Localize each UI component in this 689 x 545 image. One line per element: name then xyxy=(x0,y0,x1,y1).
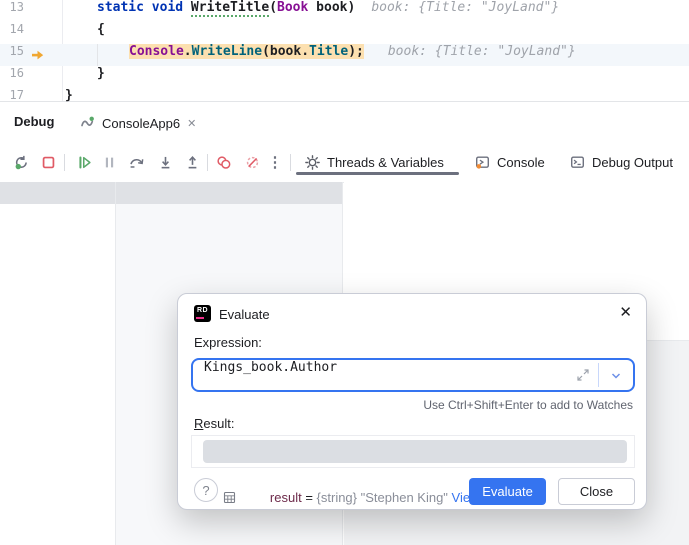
expand-editor-icon[interactable] xyxy=(575,367,591,383)
async-frame-icon xyxy=(130,230,166,248)
mute-breakpoints-button[interactable] xyxy=(240,150,264,174)
toolbar-separator xyxy=(207,154,208,171)
toolbar-separator xyxy=(64,154,65,171)
frame-row[interactable]: new Test() in ConsoleApp6, C xyxy=(116,204,342,226)
external-frames-row[interactable]: [External code: 3 frames] xyxy=(116,248,342,270)
parameter-icon xyxy=(374,208,410,226)
close-icon[interactable]: ✕ xyxy=(187,117,196,130)
tab-label: Threads & Variables xyxy=(327,154,444,170)
result-row[interactable]: result = {string} "Stephen King" View xyxy=(203,440,627,505)
console-icon xyxy=(475,155,490,170)
line-number: 14 xyxy=(9,22,24,36)
dialog-title: Evaluate xyxy=(219,307,270,322)
session-tab-label: ConsoleApp6 xyxy=(102,115,181,131)
more-options-button[interactable]: ⋮ xyxy=(263,150,287,174)
result-label: Result: xyxy=(194,416,235,431)
toolbar-separator xyxy=(290,154,291,171)
debugger-inline-hint: book: {Title: "JoyLand"} xyxy=(371,0,560,15)
thread-row[interactable]: @9896 2 xyxy=(0,182,115,204)
code-editor[interactable]: 13 static void WriteTitle(Book book) book… xyxy=(0,0,689,103)
line-number: 15 xyxy=(9,44,24,58)
session-tab-consoleapp6[interactable]: ConsoleApp6 ✕ xyxy=(80,110,196,136)
step-over-button[interactable] xyxy=(125,150,149,174)
indent-guide xyxy=(97,44,98,66)
thread-row[interactable]: @22240 xyxy=(0,204,115,226)
rider-logo-icon: RD xyxy=(194,305,211,322)
variable-row-book[interactable]: book = {Book} {Title: "JoyLand"} xyxy=(344,204,689,226)
debugger-inline-hint: book: {Title: "JoyLand"} xyxy=(387,44,576,59)
close-icon[interactable]: ✕ xyxy=(619,303,632,321)
input-divider xyxy=(598,363,599,387)
thread-icon xyxy=(4,208,40,226)
tab-debug-output[interactable]: Debug Output xyxy=(570,147,673,177)
tab-console[interactable]: Console xyxy=(475,147,545,177)
evaluation-result-icon xyxy=(385,186,421,204)
execution-pointer-icon xyxy=(31,48,45,62)
history-chevron-down-icon[interactable] xyxy=(608,368,624,384)
step-out-button[interactable] xyxy=(180,150,204,174)
terminal-icon xyxy=(570,155,585,170)
add-to-watches-hint: Use Ctrl+Shift+Enter to add to Watches xyxy=(423,398,633,412)
field-flag-icon xyxy=(419,230,455,248)
tab-label: Debug Output xyxy=(592,154,673,170)
evaluate-dialog: RD Evaluate ✕ Expression: Kings_book.Aut… xyxy=(177,293,647,510)
code-text: static void WriteTitle(Book book) book: {… xyxy=(97,0,560,17)
code-text: Console.WriteLine(book.Title); book: {Tit… xyxy=(129,44,576,59)
expression-value[interactable]: Kings_book.Author xyxy=(204,360,337,390)
rider-window: 13 static void WriteTitle(Book book) book… xyxy=(0,0,689,545)
view-breakpoints-button[interactable] xyxy=(212,150,236,174)
result-tree: result = {string} "Stephen King" View xyxy=(191,435,635,505)
variable-row-result[interactable]: $result = {string} "Stephen King" View xyxy=(344,182,689,204)
frame-row[interactable]: Test.WriteTitle() in ConsoleAp xyxy=(116,182,342,204)
evaluate-button[interactable]: Evaluate xyxy=(469,478,546,505)
rerun-button[interactable] xyxy=(9,150,33,174)
stack-frame-icon xyxy=(130,208,166,226)
code-text: } xyxy=(97,66,105,81)
active-debug-tab-underline xyxy=(296,172,459,175)
expression-input[interactable]: Kings_book.Author xyxy=(191,358,635,392)
tab-label: Console xyxy=(497,154,545,170)
frame-row[interactable]: async Program.<Main>$() in C xyxy=(116,226,342,248)
stack-frame-icon xyxy=(130,186,166,204)
resume-button[interactable] xyxy=(72,150,96,174)
more-icon: ⋮ xyxy=(267,153,283,171)
thread-icon xyxy=(4,186,40,204)
variable-row-author[interactable]: Author = {string} "Emily Schultz" View xyxy=(344,248,689,270)
help-button[interactable]: ? xyxy=(194,478,218,502)
expression-label: Expression: xyxy=(194,335,262,350)
debug-toolbar: ⋮ Threads & Variables Console Debug Outp… xyxy=(0,144,689,183)
close-button[interactable]: Close xyxy=(558,478,635,505)
threads-icon xyxy=(305,154,320,170)
code-text: { xyxy=(97,22,105,37)
pause-button[interactable] xyxy=(97,150,121,174)
code-line-16[interactable]: 16 } xyxy=(0,66,689,88)
step-into-button[interactable] xyxy=(153,150,177,174)
code-line-13[interactable]: 13 static void WriteTitle(Book book) book… xyxy=(0,0,689,22)
debug-toolwindow-header: Debug ConsoleApp6 ✕ xyxy=(0,102,689,243)
stop-button[interactable] xyxy=(36,150,60,174)
toolwindow-title: Debug xyxy=(14,114,55,129)
code-line-15-execution-line[interactable]: 15 Console.WriteLine(book.Title); book: {… xyxy=(0,44,689,66)
line-number: 16 xyxy=(9,66,24,80)
code-line-14[interactable]: 14 { xyxy=(0,22,689,44)
calculator-icon xyxy=(223,445,259,545)
run-configuration-icon xyxy=(80,116,95,130)
property-icon xyxy=(419,252,455,270)
line-number: 13 xyxy=(9,0,24,14)
threads-list: @9896 2 @22240 xyxy=(0,182,115,545)
variable-row-title[interactable]: Title = {string} "JoyLand" View xyxy=(344,226,689,248)
